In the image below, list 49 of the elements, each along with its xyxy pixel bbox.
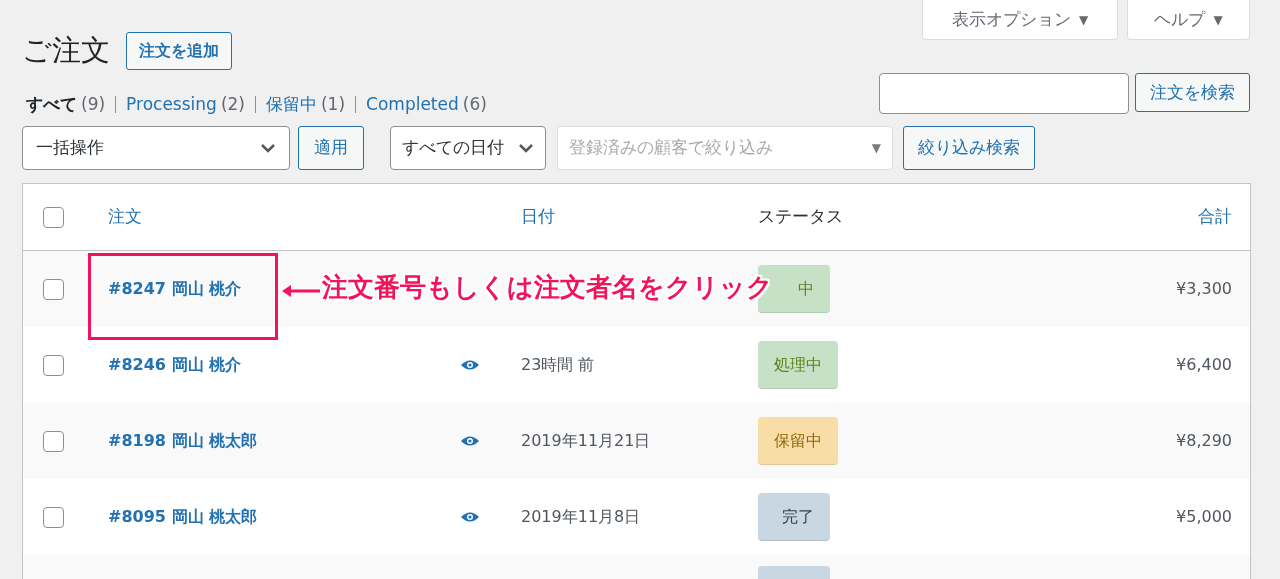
status-filter-link[interactable]: Completed <box>366 92 459 118</box>
status-filter-link[interactable]: Processing <box>126 92 217 118</box>
status-count: (6) <box>462 93 487 116</box>
column-header: ステータス <box>758 206 843 227</box>
screen-tab[interactable]: 表示オプション ▼ <box>922 0 1118 40</box>
order-date: 2019年11月8日 <box>521 507 641 526</box>
order-total: ¥3,300 <box>1176 279 1232 298</box>
status-badge: 処理中 <box>758 341 838 389</box>
page-title: ご注文 <box>22 32 110 69</box>
search-field[interactable] <box>879 73 1129 114</box>
annotation-text: 注文番号もしくは注文者名をクリック <box>322 271 773 304</box>
eye-icon[interactable] <box>460 435 480 447</box>
order-total: ¥8,290 <box>1176 431 1232 450</box>
order-total: ¥5,000 <box>1176 507 1232 526</box>
bulk-action-select[interactable]: 一括操作 <box>22 126 290 170</box>
eye-icon[interactable] <box>460 511 480 523</box>
order-link[interactable]: #8247 岡山 桃介 <box>108 279 242 298</box>
status-badge: 完了 <box>758 493 830 541</box>
order-link[interactable]: #8095 岡山 桃太郎 <box>108 507 258 526</box>
order-link[interactable]: #8246 岡山 桃介 <box>108 355 242 374</box>
arrow-icon <box>282 284 320 298</box>
order-date: 23時間 前 <box>521 355 595 374</box>
chevron-down-icon <box>260 143 276 153</box>
column-header[interactable]: 注文 <box>108 206 142 227</box>
select-all-checkbox[interactable] <box>43 206 64 228</box>
order-link[interactable]: #8198 岡山 桃太郎 <box>108 431 258 450</box>
row-checkbox[interactable] <box>43 430 64 452</box>
screen-tab[interactable]: ヘルプ ▼ <box>1127 0 1250 40</box>
column-header[interactable]: 日付 <box>521 206 555 227</box>
status-count: (1) <box>320 93 346 116</box>
date-filter-select[interactable]: すべての日付 <box>390 126 546 170</box>
order-date: 2019年11月21日 <box>521 431 651 450</box>
status-filter-link[interactable]: 保留中 <box>265 92 317 118</box>
apply-button[interactable]: 適用 <box>298 126 364 170</box>
search-orders-button[interactable]: 注文を検索 <box>1135 73 1250 112</box>
status-badge: 保留中 <box>758 417 838 465</box>
status-filter-link[interactable]: すべて <box>26 92 77 118</box>
row-checkbox[interactable] <box>43 354 64 376</box>
customer-filter-field[interactable]: 登録済みの顧客で絞り込み ▼ <box>557 126 893 170</box>
column-header[interactable]: 合計 <box>1198 206 1232 227</box>
order-total: ¥6,400 <box>1176 355 1232 374</box>
add-order-button[interactable]: 注文を追加 <box>126 31 232 70</box>
chevron-down-icon <box>518 143 534 153</box>
row-checkbox[interactable] <box>43 506 64 528</box>
status-count: (2) <box>220 93 245 116</box>
row-checkbox[interactable] <box>43 278 64 300</box>
filter-button[interactable]: 絞り込み検索 <box>903 126 1035 170</box>
eye-icon[interactable] <box>460 359 480 371</box>
status-count: (9) <box>81 93 106 116</box>
